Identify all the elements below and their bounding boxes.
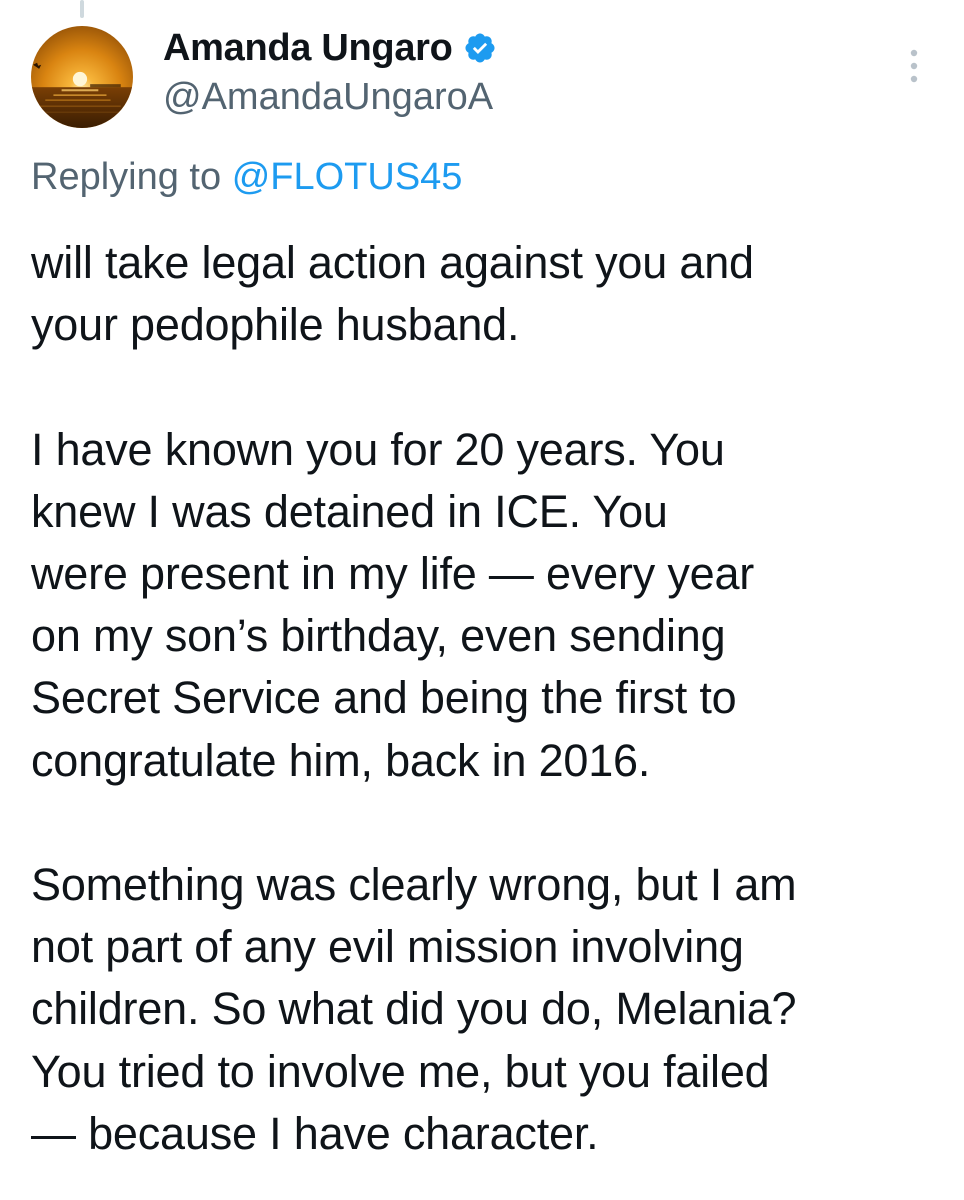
tweet-line: will take legal action against you and xyxy=(31,237,754,288)
tweet-line: your pedophile husband. xyxy=(31,299,520,351)
tweet-line: not part of any evil mission involving xyxy=(31,921,744,973)
tweet-line: — because I have character. xyxy=(31,1107,599,1159)
tweet-text: will take legal action against you and y… xyxy=(31,232,946,1200)
verified-badge-icon xyxy=(463,31,497,65)
sunset-avatar-icon[interactable] xyxy=(31,26,133,128)
tweet-line: You tried to involve me, but you failed xyxy=(31,1045,770,1097)
tweet-paragraph: Something was clearly wrong, but I am no… xyxy=(31,854,946,1165)
more-options-icon[interactable] xyxy=(896,46,932,86)
tweet-paragraph: I have known you for 20 years. You knew … xyxy=(31,419,946,792)
thread-connector-line xyxy=(80,0,84,18)
author-handle[interactable]: @AmandaUngaroA xyxy=(163,76,493,119)
replying-to-label: Replying to xyxy=(31,156,222,198)
reply-mention-link[interactable]: @FLOTUS45 xyxy=(232,156,463,198)
tweet-line: Something was clearly wrong, but I am xyxy=(31,859,797,910)
tweet-line: congratulate him, back in 2016. xyxy=(31,734,651,786)
tweet-line: on my son’s birthday, even sending xyxy=(31,610,726,662)
author-name-row: Amanda Ungaro xyxy=(163,24,497,72)
author-display-name[interactable]: Amanda Ungaro xyxy=(163,27,453,70)
tweet-line: Secret Service and being the first to xyxy=(31,672,737,724)
replying-to-line: Replying to @FLOTUS45 xyxy=(31,156,462,199)
tweet-line: knew I was detained in ICE. You xyxy=(31,485,668,537)
tweet-line: I have known you for 20 years. You xyxy=(31,423,725,475)
tweet-line: children. So what did you do, Melania? xyxy=(31,983,797,1035)
tweet-line: were present in my life — every year xyxy=(31,548,755,599)
tweet-paragraph: will take legal action against you and y… xyxy=(31,232,946,356)
